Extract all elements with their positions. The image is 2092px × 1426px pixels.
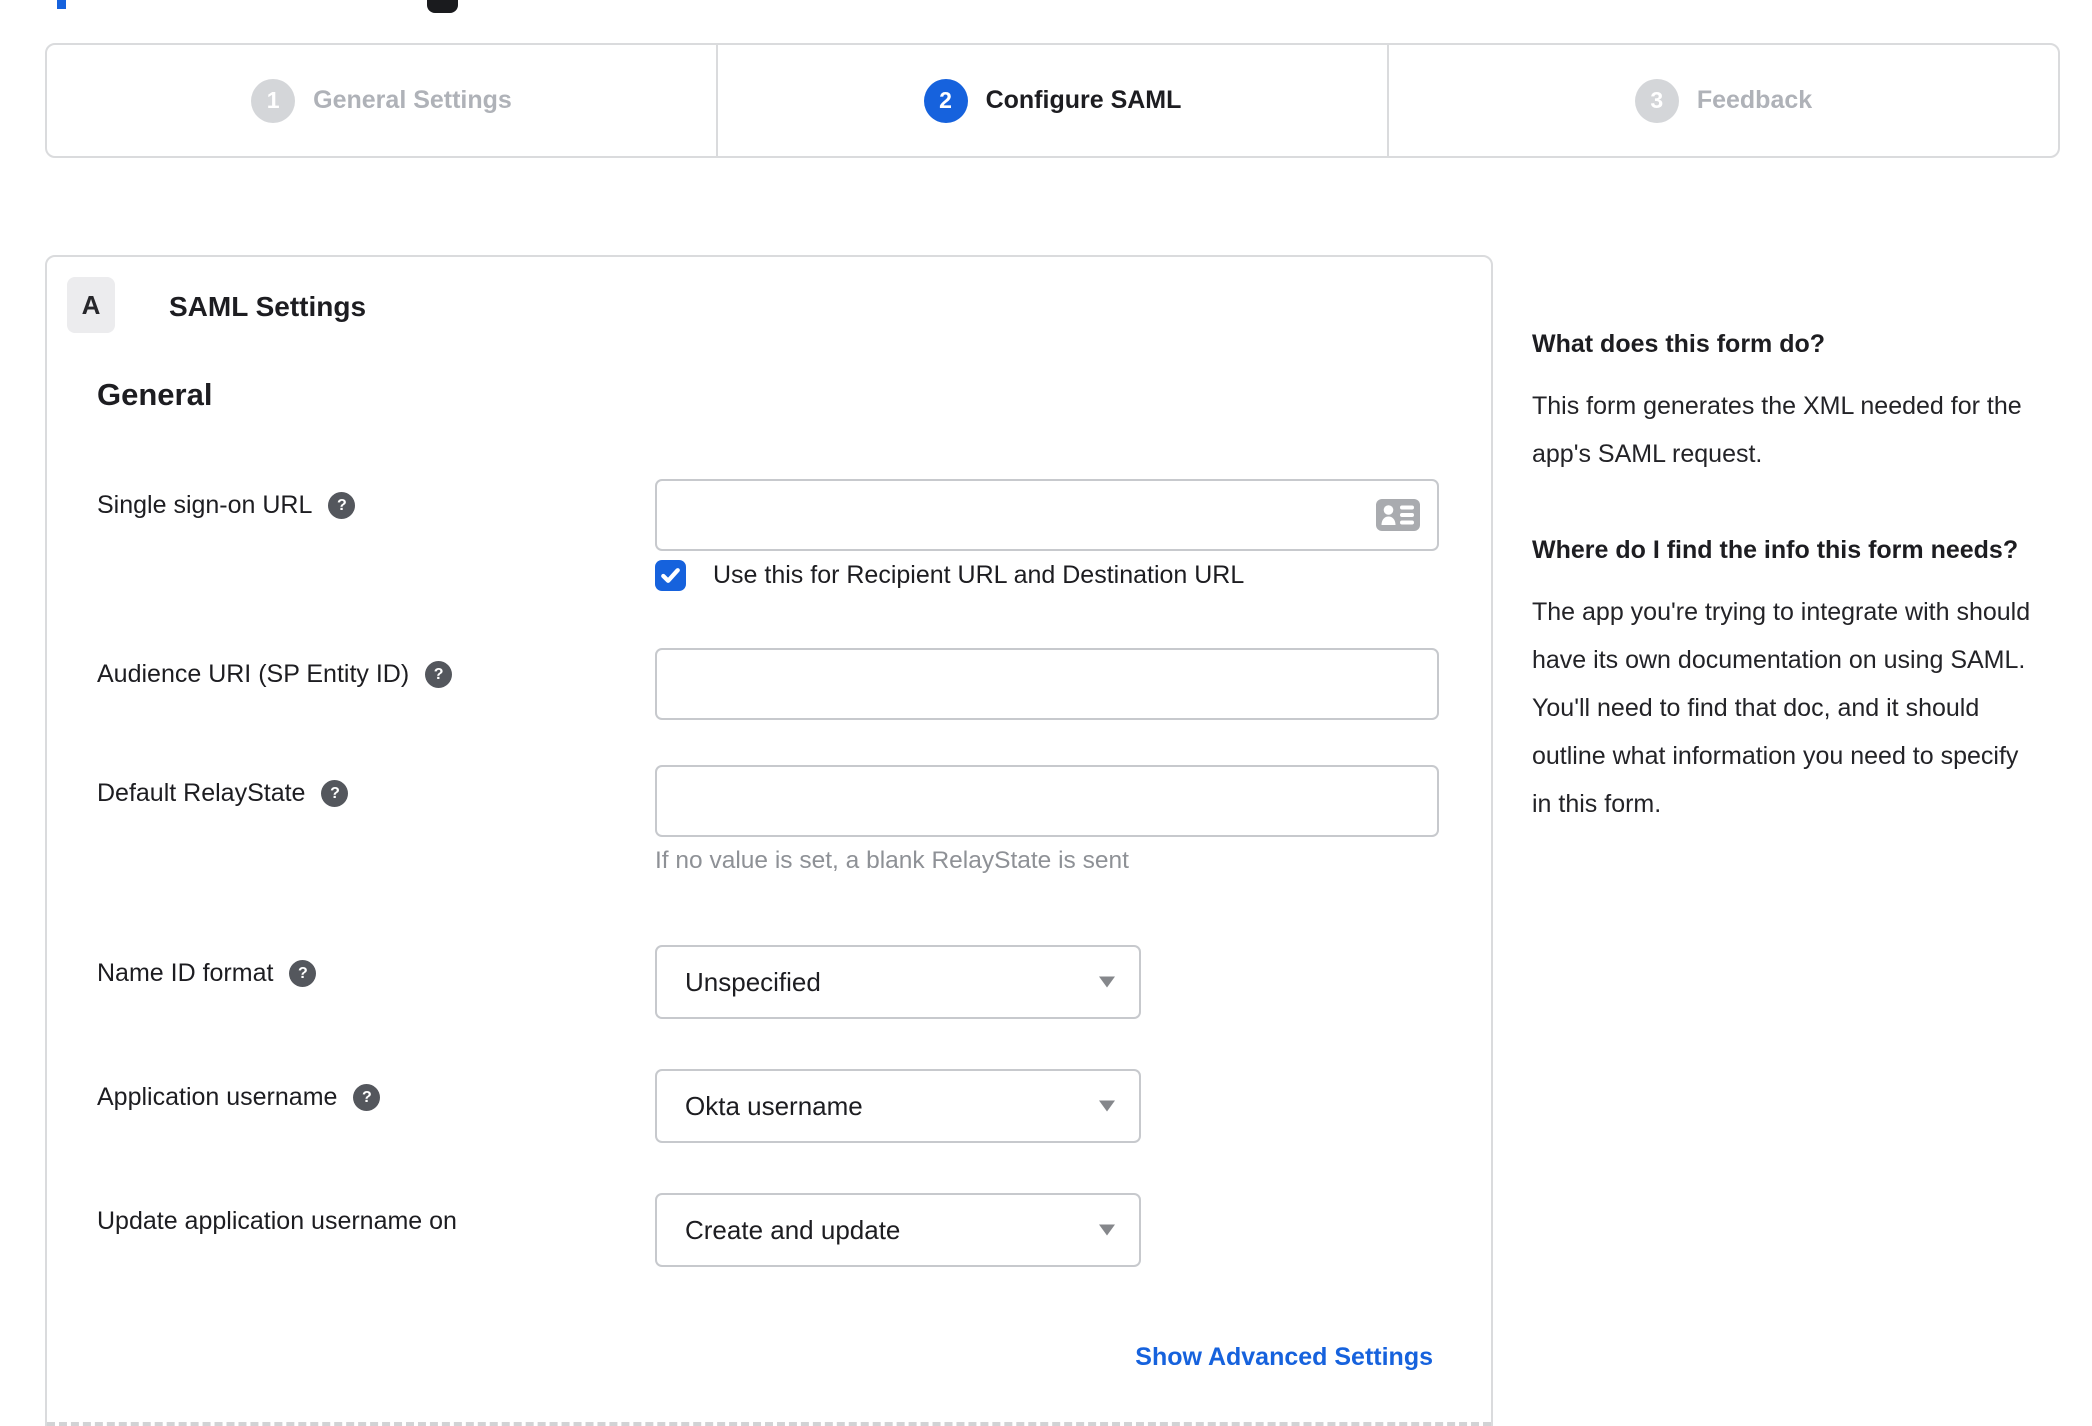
sidebar-body: The app you're trying to integrate with … (1532, 598, 2031, 818)
show-advanced-settings-link[interactable]: Show Advanced Settings (1135, 1343, 1433, 1372)
sidebar-heading: What does this form do? (1532, 330, 1826, 358)
field-label: Audience URI (SP Entity ID) (97, 660, 410, 688)
section-divider (47, 1422, 1491, 1426)
step-configure-saml[interactable]: 2 Configure SAML (716, 45, 1387, 156)
section-a-badge: A (67, 277, 115, 333)
sidebar-heading: Where do I find the info this form needs… (1532, 536, 2019, 564)
app-username-select[interactable]: Okta username (655, 1069, 1141, 1143)
audience-uri-label-row: Audience URI (SP Entity ID) ? (97, 660, 453, 689)
step-label: Configure SAML (985, 86, 1182, 114)
page-top-fragment-dark-icon (427, 0, 458, 13)
step-feedback[interactable]: 3 Feedback (1387, 45, 2058, 156)
select-value: Okta username (685, 1090, 863, 1121)
select-value: Unspecified (685, 966, 821, 997)
help-icon[interactable]: ? (353, 1084, 381, 1111)
panel-title: SAML Settings (169, 291, 367, 322)
update-username-label-row: Update application username on (97, 1207, 457, 1236)
relaystate-input[interactable] (655, 765, 1439, 837)
app-username-label-row: Application username ? (97, 1083, 381, 1112)
help-icon[interactable]: ? (321, 780, 349, 807)
chevron-down-icon (1099, 976, 1115, 988)
field-label: Single sign-on URL (97, 491, 313, 519)
name-id-format-select[interactable]: Unspecified (655, 945, 1141, 1019)
address-card-icon[interactable] (1375, 498, 1421, 532)
step-label: General Settings (313, 86, 512, 114)
field-label: Application username (97, 1083, 338, 1111)
step-number-badge: 2 (923, 78, 968, 123)
help-icon[interactable]: ? (328, 492, 356, 519)
recipient-url-checkbox[interactable] (655, 560, 686, 591)
chevron-down-icon (1099, 1100, 1115, 1112)
select-value: Create and update (685, 1214, 901, 1245)
sso-url-input[interactable] (655, 479, 1439, 551)
field-label: Update application username on (97, 1207, 457, 1235)
wizard-stepper: 1 General Settings 2 Configure SAML 3 Fe… (45, 43, 2060, 158)
help-sidebar: What does this form do? This form genera… (1532, 322, 2032, 828)
chevron-down-icon (1099, 1224, 1115, 1236)
name-id-format-label-row: Name ID format ? (97, 959, 317, 988)
audience-uri-input[interactable] (655, 648, 1439, 720)
relaystate-label-row: Default RelayState ? (97, 779, 349, 808)
field-label: Default RelayState (97, 779, 306, 807)
step-number-badge: 3 (1634, 78, 1679, 123)
saml-setup-wizard-screen: 1 General Settings 2 Configure SAML 3 Fe… (0, 0, 2092, 1426)
relaystate-hint: If no value is set, a blank RelayState i… (655, 847, 1129, 874)
general-section-heading: General (97, 377, 213, 412)
checkbox-label: Use this for Recipient URL and Destinati… (713, 561, 1245, 589)
recipient-url-checkbox-row: Use this for Recipient URL and Destinati… (655, 560, 1244, 591)
step-general-settings[interactable]: 1 General Settings (47, 45, 716, 156)
sso-url-label-row: Single sign-on URL ? (97, 491, 356, 520)
page-top-fragment-blue (57, 0, 66, 9)
sidebar-section-what: What does this form do? This form genera… (1532, 322, 2032, 478)
step-label: Feedback (1696, 86, 1813, 114)
help-icon[interactable]: ? (425, 661, 453, 688)
help-icon[interactable]: ? (289, 960, 317, 987)
relaystate-input-wrap (655, 765, 1439, 837)
sidebar-section-where: Where do I find the info this form needs… (1532, 528, 2032, 828)
field-label: Name ID format (97, 959, 274, 987)
step-number-badge: 1 (251, 78, 296, 123)
sso-url-input-wrap (655, 479, 1439, 551)
audience-uri-input-wrap (655, 648, 1439, 720)
saml-settings-panel: A SAML Settings General Single sign-on U… (45, 255, 1493, 1426)
sidebar-body: This form generates the XML needed for t… (1532, 392, 2022, 468)
update-username-select[interactable]: Create and update (655, 1193, 1141, 1267)
